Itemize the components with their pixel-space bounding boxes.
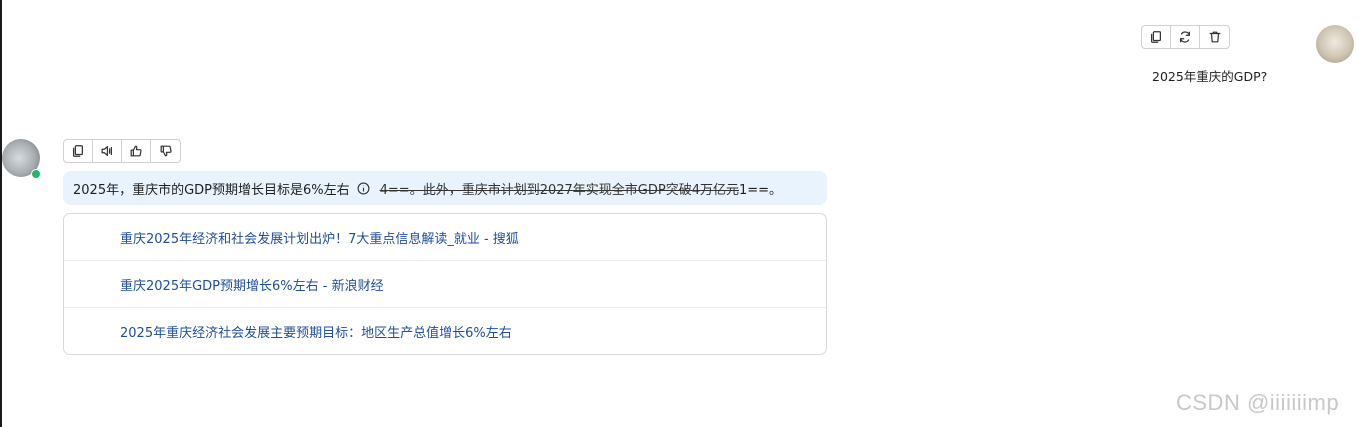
assistant-message-toolbar xyxy=(63,139,181,163)
source-link[interactable]: 2025年重庆经济社会发展主要预期目标：地区生产总值增长6%左右 xyxy=(64,308,826,355)
regenerate-button[interactable] xyxy=(1171,26,1200,48)
answer-text: 2025年，重庆市的GDP预期增长目标是6%左右 xyxy=(73,182,350,198)
answer-struck-text: 4==。此外，重庆市计划到2027年实现全市GDP突破4万亿元 xyxy=(379,182,739,198)
trash-icon xyxy=(1209,31,1220,43)
thumbs-down-icon xyxy=(160,145,172,157)
assistant-answer: 2025年，重庆市的GDP预期增长目标是6%左右 4==。此外，重庆市计划到20… xyxy=(63,171,827,205)
dislike-button[interactable] xyxy=(151,140,180,162)
speaker-icon xyxy=(101,146,112,156)
info-circle-icon xyxy=(357,182,370,194)
copy-button[interactable] xyxy=(64,140,93,162)
refresh-icon xyxy=(1180,31,1190,43)
answer-tail-text: 1==。 xyxy=(738,182,783,198)
user-message-text: 2025年重庆的GDP? xyxy=(1152,69,1268,84)
copy-button[interactable] xyxy=(1142,26,1171,48)
thumbs-up-icon xyxy=(130,145,142,157)
user-avatar xyxy=(1316,25,1354,63)
copy-icon xyxy=(73,145,83,157)
source-link[interactable]: 重庆2025年经济和社会发展计划出炉！7大重点信息解读_就业 - 搜狐 xyxy=(64,214,826,261)
window-left-border xyxy=(0,0,2,427)
source-link[interactable]: 重庆2025年GDP预期增长6%左右 - 新浪财经 xyxy=(64,261,826,308)
source-links-list: 重庆2025年经济和社会发展计划出炉！7大重点信息解读_就业 - 搜狐 重庆20… xyxy=(63,213,827,355)
info-icon[interactable] xyxy=(357,182,370,195)
delete-button[interactable] xyxy=(1200,26,1229,48)
watermark: CSDN @iiiiiiimp xyxy=(1176,390,1340,415)
user-message-toolbar xyxy=(1141,25,1230,49)
read-aloud-button[interactable] xyxy=(93,140,122,162)
like-button[interactable] xyxy=(122,140,151,162)
copy-icon xyxy=(1151,31,1161,43)
online-status-dot xyxy=(31,169,41,179)
